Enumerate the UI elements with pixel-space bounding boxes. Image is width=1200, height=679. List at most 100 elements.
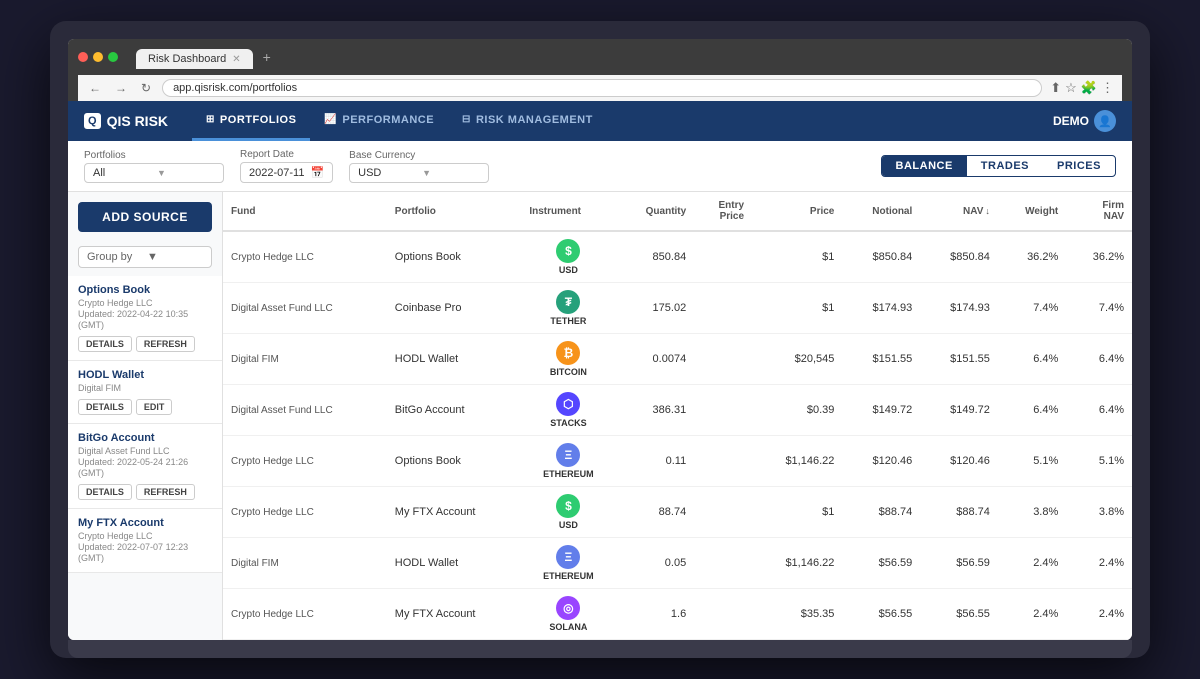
source-refresh-button[interactable]: REFRESH xyxy=(136,484,195,500)
coin-icon: $ xyxy=(556,494,580,518)
table-row: Digital FIM HODL Wallet ₿ BITCOIN 0.0074… xyxy=(223,334,1132,385)
coin-icon: ⬡ xyxy=(556,392,580,416)
cell-weight: 6.4% xyxy=(998,385,1066,436)
cell-instrument: ◎ SOLANA xyxy=(521,589,615,640)
cell-notional: $174.93 xyxy=(842,283,920,334)
cell-portfolio: Options Book xyxy=(387,436,522,487)
cell-firm-nav: 36.2% xyxy=(1066,231,1132,283)
view-toggle: BALANCE TRADES PRICES xyxy=(881,155,1116,177)
cell-portfolio: Coinbase Pro xyxy=(387,283,522,334)
source-item[interactable]: Options Book Crypto Hedge LLC Updated: 2… xyxy=(68,276,222,361)
source-sub1: Crypto Hedge LLC xyxy=(78,531,212,541)
table-area: Fund Portfolio Instrument Quantity Entry… xyxy=(223,192,1132,640)
prices-toggle-button[interactable]: PRICES xyxy=(1043,156,1115,176)
source-sub3: (GMT) xyxy=(78,468,212,478)
col-price: Price xyxy=(752,192,842,231)
balance-toggle-button[interactable]: BALANCE xyxy=(882,156,967,176)
add-source-button[interactable]: ADD SOURCE xyxy=(78,202,212,232)
source-details-button[interactable]: DETAILS xyxy=(78,484,132,500)
minimize-window-button[interactable] xyxy=(93,52,103,62)
source-sub2: Updated: 2022-07-07 12:23 xyxy=(78,542,212,552)
back-button[interactable]: ← xyxy=(86,79,104,97)
cell-portfolio: My FTX Account xyxy=(387,487,522,538)
base-currency-filter: Base Currency USD ▼ xyxy=(349,150,489,183)
active-tab[interactable]: Risk Dashboard ✕ xyxy=(136,49,253,69)
cell-notional: $151.55 xyxy=(842,334,920,385)
cell-entry-price xyxy=(694,334,752,385)
forward-button[interactable]: → xyxy=(112,79,130,97)
bookmark-icon[interactable]: ☆ xyxy=(1065,80,1077,96)
portfolios-value: All xyxy=(93,167,151,179)
nav-performance[interactable]: 📈 PERFORMANCE xyxy=(310,101,448,141)
report-date-label: Report Date xyxy=(240,149,333,160)
new-tab-button[interactable]: + xyxy=(255,45,279,69)
cell-price: $0.39 xyxy=(752,385,842,436)
source-item[interactable]: HODL Wallet Digital FIM DETAILSEDIT xyxy=(68,361,222,424)
trades-toggle-button[interactable]: TRADES xyxy=(967,156,1043,176)
coin-icon: ₮ xyxy=(556,290,580,314)
cell-quantity: 850.84 xyxy=(616,231,695,283)
group-by-select[interactable]: Group by ▼ xyxy=(78,246,212,268)
refresh-button[interactable]: ↻ xyxy=(138,79,154,97)
cell-firm-nav: 6.4% xyxy=(1066,334,1132,385)
source-details-button[interactable]: DETAILS xyxy=(78,336,132,352)
source-details-button[interactable]: DETAILS xyxy=(78,399,132,415)
logo: Q QIS RISK xyxy=(84,113,168,129)
calendar-icon: 📅 xyxy=(310,166,324,179)
share-icon[interactable]: ⬆ xyxy=(1050,80,1061,96)
source-edit-button[interactable]: EDIT xyxy=(136,399,173,415)
source-actions: DETAILSREFRESH xyxy=(78,484,212,500)
source-name: My FTX Account xyxy=(78,517,212,529)
nav-portfolios[interactable]: ⊞ PORTFOLIOS xyxy=(192,101,310,141)
cell-portfolio: BitGo Account xyxy=(387,385,522,436)
cell-notional: $850.84 xyxy=(842,231,920,283)
report-date-input[interactable]: 2022-07-11 📅 xyxy=(240,162,333,183)
cell-nav: $88.74 xyxy=(920,487,998,538)
nav-risk-management[interactable]: ⊟ RISK MANAGEMENT xyxy=(448,101,607,141)
source-actions: DETAILSREFRESH xyxy=(78,336,212,352)
cell-notional: $120.46 xyxy=(842,436,920,487)
demo-button[interactable]: DEMO 👤 xyxy=(1053,110,1116,132)
group-by-arrow-icon: ▼ xyxy=(147,251,203,263)
source-item[interactable]: BitGo Account Digital Asset Fund LLC Upd… xyxy=(68,424,222,509)
cell-price: $35.35 xyxy=(752,589,842,640)
source-sub1: Digital Asset Fund LLC xyxy=(78,446,212,456)
coin-label: BITCOIN xyxy=(550,367,587,377)
portfolios-select[interactable]: All ▼ xyxy=(84,163,224,183)
source-item[interactable]: My FTX Account Crypto Hedge LLC Updated:… xyxy=(68,509,222,573)
cell-instrument: ⬡ STACKS xyxy=(521,385,615,436)
col-nav: NAV ↓ xyxy=(920,192,998,231)
coin-icon: Ξ xyxy=(556,545,580,569)
nav-portfolios-label: PORTFOLIOS xyxy=(220,114,297,126)
coin-icon: Ξ xyxy=(556,443,580,467)
cell-weight: 5.1% xyxy=(998,436,1066,487)
source-sub1: Crypto Hedge LLC xyxy=(78,298,212,308)
report-date-value: 2022-07-11 xyxy=(249,167,304,179)
cell-quantity: 386.31 xyxy=(616,385,695,436)
portfolios-icon: ⊞ xyxy=(206,114,215,125)
menu-icon[interactable]: ⋮ xyxy=(1101,80,1114,96)
nav-links: ⊞ PORTFOLIOS 📈 PERFORMANCE ⊟ RISK MANAGE… xyxy=(192,101,1053,141)
cell-instrument: ₿ BITCOIN xyxy=(521,334,615,385)
col-instrument: Instrument xyxy=(521,192,615,231)
cell-portfolio: My FTX Account xyxy=(387,589,522,640)
extensions-icon[interactable]: 🧩 xyxy=(1081,80,1097,96)
table-row: Digital Asset Fund LLC BitGo Account ⬡ S… xyxy=(223,385,1132,436)
maximize-window-button[interactable] xyxy=(108,52,118,62)
app-nav: Q QIS RISK ⊞ PORTFOLIOS 📈 PERFORMANCE ⊟ … xyxy=(68,101,1132,141)
url-bar[interactable]: app.qisrisk.com/portfolios xyxy=(162,79,1042,97)
portfolios-arrow-icon: ▼ xyxy=(157,168,215,178)
tab-close-button[interactable]: ✕ xyxy=(232,54,240,65)
source-refresh-button[interactable]: REFRESH xyxy=(136,336,195,352)
base-currency-select[interactable]: USD ▼ xyxy=(349,163,489,183)
cell-nav: $56.55 xyxy=(920,589,998,640)
close-window-button[interactable] xyxy=(78,52,88,62)
coin-icon: ◎ xyxy=(556,596,580,620)
cell-quantity: 88.74 xyxy=(616,487,695,538)
nav-risk-label: RISK MANAGEMENT xyxy=(476,114,593,126)
cell-entry-price xyxy=(694,436,752,487)
report-date-filter: Report Date 2022-07-11 📅 xyxy=(240,149,333,183)
cell-price: $1 xyxy=(752,231,842,283)
cell-firm-nav: 7.4% xyxy=(1066,283,1132,334)
source-name: HODL Wallet xyxy=(78,369,212,381)
